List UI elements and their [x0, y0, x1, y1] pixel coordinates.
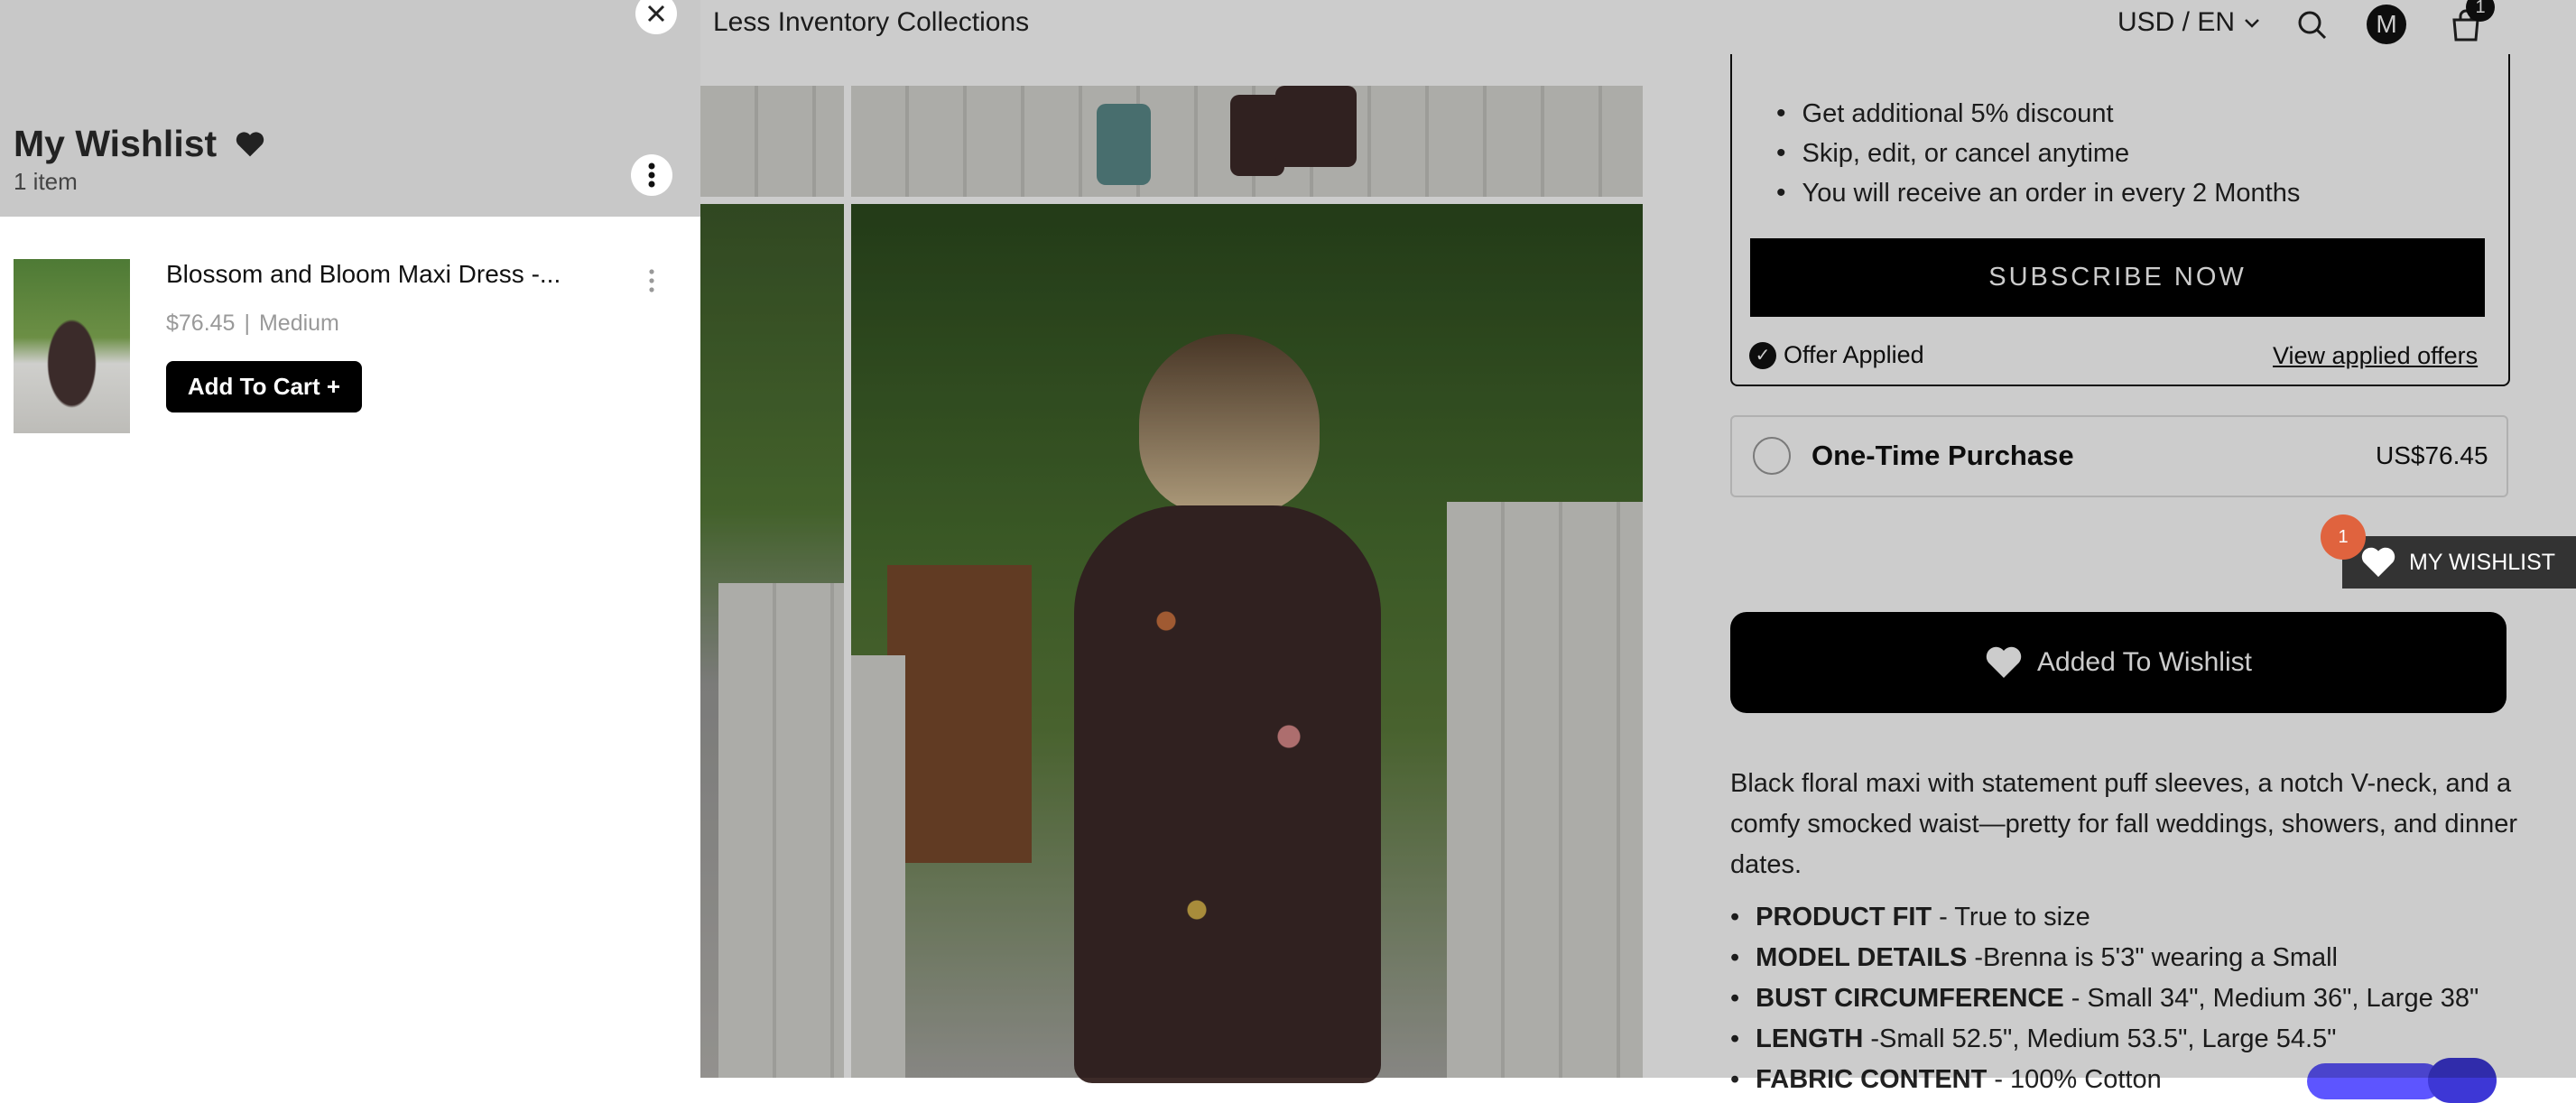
my-wishlist-tab-label: MY WISHLIST — [2409, 549, 2556, 575]
add-to-cart-button[interactable]: Add To Cart + — [166, 361, 362, 412]
heart-icon — [2361, 547, 2395, 578]
wishlist-item-name[interactable]: Blossom and Bloom Maxi Dress -... — [166, 260, 561, 289]
wishlist-item-variant: Medium — [258, 311, 339, 336]
my-wishlist-tab[interactable]: MY WISHLIST — [2342, 536, 2576, 589]
wishlist-drawer-header — [0, 0, 700, 217]
wishlist-drawer: My Wishlist 1 item Blossom and Bloom Max… — [0, 0, 700, 1078]
close-icon — [647, 5, 665, 23]
wishlist-count-badge: 1 — [2321, 514, 2366, 560]
wishlist-item-options-button[interactable] — [641, 263, 663, 299]
wishlist-item-count: 1 item — [14, 168, 78, 195]
more-vertical-icon — [648, 162, 655, 188]
wishlist-options-button[interactable] — [631, 154, 672, 196]
wishlist-title: My Wishlist — [14, 123, 265, 165]
heart-icon — [236, 131, 264, 156]
wishlist-item-meta: $76.45 | Medium — [166, 311, 339, 337]
more-vertical-icon — [649, 269, 654, 292]
wishlist-item-price: $76.45 — [166, 311, 236, 336]
separator: | — [244, 311, 250, 336]
wishlist-item-image[interactable] — [14, 259, 130, 433]
wishlist-title-text: My Wishlist — [14, 123, 218, 164]
